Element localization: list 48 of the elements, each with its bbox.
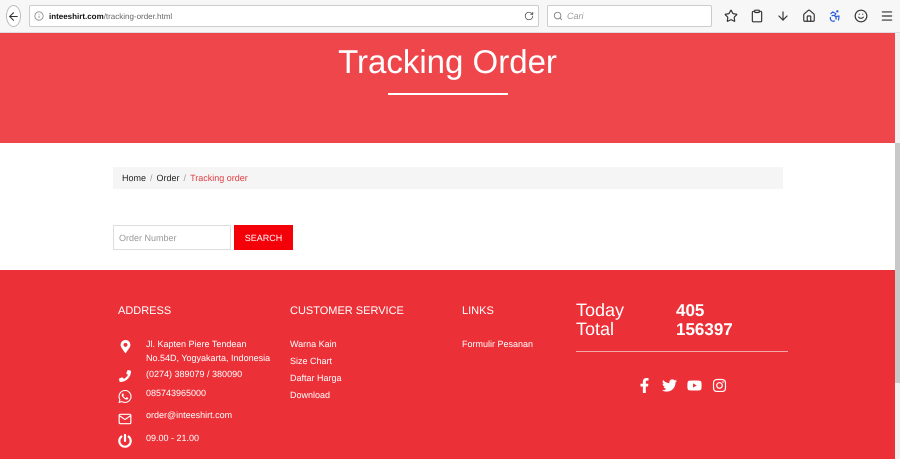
menu-icon[interactable] — [880, 9, 894, 23]
address-text: 09.00 - 21.00 — [146, 433, 200, 443]
download-icon[interactable] — [776, 9, 790, 23]
footer-link[interactable]: Daftar Harga — [290, 373, 342, 383]
home-icon[interactable] — [802, 9, 816, 23]
counter-label: Total — [576, 320, 614, 339]
footer-heading: ADDRESS — [118, 305, 172, 317]
reload-icon[interactable] — [524, 11, 534, 21]
address-text: order@inteeshirt.com — [146, 410, 232, 420]
twitter-icon[interactable] — [662, 378, 677, 393]
back-arrow-icon — [7, 10, 20, 22]
address-bar[interactable]: inteeshirt.com/tracking-order.html — [29, 5, 539, 27]
instagram-icon[interactable] — [712, 378, 727, 393]
address-text: No.54D, Yogyakarta, Indonesia — [146, 353, 270, 363]
footer-link[interactable]: Warna Kain — [290, 339, 337, 349]
counter-value: 156397 — [676, 320, 734, 339]
figure-icon[interactable] — [828, 9, 842, 23]
power-icon — [118, 434, 132, 448]
search-field[interactable]: Cari — [547, 5, 712, 27]
search-button[interactable]: SEARCH — [234, 225, 293, 250]
mail-icon — [118, 411, 132, 427]
breadcrumb-link[interactable]: Tracking order — [190, 173, 248, 183]
address-text: Jl. Kapten Piere Tendean — [146, 339, 248, 349]
address-text: (0274) 389079 / 380090 — [146, 369, 242, 379]
smiley-icon[interactable] — [854, 9, 868, 23]
clipboard-icon[interactable] — [750, 9, 764, 23]
back-button[interactable] — [6, 5, 21, 27]
counter-label: Today — [576, 301, 626, 320]
breadcrumb-link[interactable]: Order — [156, 173, 180, 183]
info-icon[interactable] — [34, 11, 44, 21]
bookmark-icon[interactable] — [724, 9, 738, 23]
footer-heading: CUSTOMER SERVICE — [290, 305, 405, 317]
page-title: Tracking Order — [338, 43, 557, 81]
order-number-field[interactable]: Order Number — [113, 225, 231, 250]
address-text: 085743965000 — [146, 388, 206, 398]
counter-value: 405 — [676, 301, 706, 320]
breadcrumb-link[interactable]: Home — [122, 173, 146, 183]
footer-link[interactable]: Formulir Pesanan — [462, 339, 534, 349]
phone-icon — [119, 370, 131, 382]
search-icon — [553, 11, 563, 21]
whatsapp-icon — [118, 389, 132, 404]
breadcrumb-separator: / — [150, 173, 153, 183]
footer-link[interactable]: Download — [290, 390, 330, 400]
footer-link[interactable]: Size Chart — [290, 356, 332, 366]
breadcrumb-separator: / — [184, 173, 186, 183]
footer-heading: LINKS — [462, 305, 495, 317]
location-icon — [118, 340, 132, 353]
youtube-icon[interactable] — [687, 378, 702, 393]
